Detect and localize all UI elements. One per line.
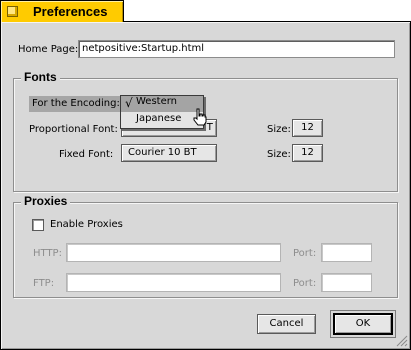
ftp-port-label: Port: [293,278,317,289]
hand-cursor-icon [193,108,207,126]
preferences-window: Home Page: netpositive:Startup.html Font… [0,21,411,350]
fixed-font-menu[interactable]: Courier 10 BT [121,144,217,162]
ftp-port-input[interactable] [321,273,372,292]
http-input[interactable] [66,243,281,262]
http-port-input[interactable] [321,243,372,262]
window-title: Preferences [33,4,108,19]
fonts-group-title: Fonts [21,70,60,84]
menu-item-label: Japanese [136,113,182,124]
menu-item-label: Western [136,96,178,107]
encoding-label: For the Encoding: [29,96,121,112]
http-label: HTTP: [33,248,62,259]
proportional-font-label: Proportional Font: [29,124,118,135]
menu-item-western[interactable]: √ Western [121,96,203,112]
resize-handle-icon[interactable] [394,333,408,347]
fixed-size-menu[interactable]: 12 [292,144,323,162]
enable-proxies-label: Enable Proxies [50,219,123,230]
ftp-input[interactable] [66,273,281,292]
http-port-label: Port: [293,248,317,259]
proportional-size-menu[interactable]: 12 [292,119,323,137]
proxies-group-title: Proxies [21,194,71,208]
ok-button[interactable]: OK [333,313,393,335]
close-icon[interactable] [7,6,18,17]
checkmark-icon: √ [125,96,133,110]
window-title-tab[interactable]: Preferences [0,0,124,22]
home-page-input[interactable]: netpositive:Startup.html [78,40,395,58]
proportional-size-label: Size: [267,124,291,135]
enable-proxies-checkbox[interactable] [32,219,44,231]
fixed-font-label: Fixed Font: [59,149,114,160]
menu-item-japanese[interactable]: Japanese [121,113,203,129]
ftp-label: FTP: [33,278,55,289]
cancel-button[interactable]: Cancel [257,314,316,334]
fixed-size-label: Size: [267,149,291,160]
home-page-label: Home Page: [18,44,79,55]
